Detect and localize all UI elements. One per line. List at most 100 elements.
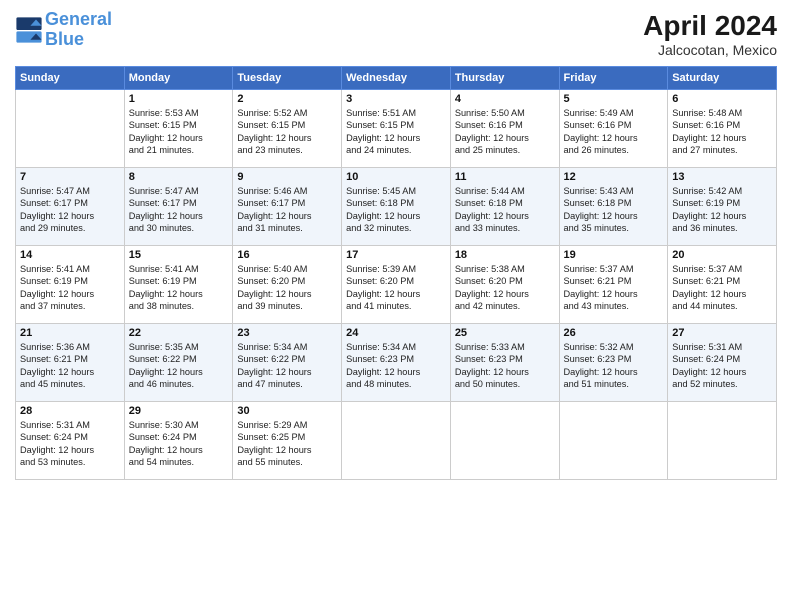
week-row-1: 1Sunrise: 5:53 AMSunset: 6:15 PMDaylight… [16, 90, 777, 168]
day-cell: 12 Sunrise: 5:43 AMSunset: 6:18 PMDayligh… [559, 168, 668, 246]
day-cell [450, 402, 559, 480]
day-number: 3 [346, 93, 446, 105]
day-cell: 16 Sunrise: 5:40 AMSunset: 6:20 PMDayligh… [233, 246, 342, 324]
week-row-2: 7Sunrise: 5:47 AMSunset: 6:17 PMDaylight… [16, 168, 777, 246]
day-info: Sunrise: 5:38 AMSunset: 6:20 PMDaylight:… [455, 263, 555, 313]
col-header-sunday: Sunday [16, 67, 125, 90]
day-number: 4 [455, 93, 555, 105]
day-info: Sunrise: 5:31 AMSunset: 6:24 PMDaylight:… [20, 419, 120, 469]
col-header-saturday: Saturday [668, 67, 777, 90]
day-info: Sunrise: 5:40 AMSunset: 6:20 PMDaylight:… [237, 263, 337, 313]
day-number: 24 [346, 327, 446, 339]
day-cell [668, 402, 777, 480]
day-number: 11 [455, 171, 555, 183]
day-cell: 24 Sunrise: 5:34 AMSunset: 6:23 PMDayligh… [342, 324, 451, 402]
day-cell: 14 Sunrise: 5:41 AMSunset: 6:19 PMDayligh… [16, 246, 125, 324]
day-info: Sunrise: 5:34 AMSunset: 6:23 PMDaylight:… [346, 341, 446, 391]
logo-line2: Blue [45, 29, 84, 49]
col-header-wednesday: Wednesday [342, 67, 451, 90]
day-info: Sunrise: 5:46 AMSunset: 6:17 PMDaylight:… [237, 185, 337, 235]
day-number: 14 [20, 249, 120, 261]
day-cell: 3 Sunrise: 5:51 AMSunset: 6:15 PMDaylight… [342, 90, 451, 168]
day-number: 22 [129, 327, 229, 339]
day-info: Sunrise: 5:49 AMSunset: 6:16 PMDaylight:… [564, 107, 664, 157]
day-number: 10 [346, 171, 446, 183]
day-cell: 29Sunrise: 5:30 AMSunset: 6:24 PMDayligh… [124, 402, 233, 480]
day-number: 20 [672, 249, 772, 261]
day-number: 12 [564, 171, 664, 183]
day-info: Sunrise: 5:44 AMSunset: 6:18 PMDaylight:… [455, 185, 555, 235]
day-number: 18 [455, 249, 555, 261]
calendar-table: SundayMondayTuesdayWednesdayThursdayFrid… [15, 66, 777, 480]
day-info: Sunrise: 5:39 AMSunset: 6:20 PMDaylight:… [346, 263, 446, 313]
day-number: 26 [564, 327, 664, 339]
day-info: Sunrise: 5:33 AMSunset: 6:23 PMDaylight:… [455, 341, 555, 391]
day-number: 23 [237, 327, 337, 339]
day-cell: 5 Sunrise: 5:49 AMSunset: 6:16 PMDaylight… [559, 90, 668, 168]
week-row-4: 21 Sunrise: 5:36 AMSunset: 6:21 PMDayligh… [16, 324, 777, 402]
day-info: Sunrise: 5:53 AMSunset: 6:15 PMDaylight:… [129, 107, 229, 157]
header: General Blue April 2024 Jalcocotan, Mexi… [15, 10, 777, 58]
day-number: 13 [672, 171, 772, 183]
week-row-3: 14 Sunrise: 5:41 AMSunset: 6:19 PMDayligh… [16, 246, 777, 324]
month-title: April 2024 [643, 10, 777, 42]
day-cell: 6 Sunrise: 5:48 AMSunset: 6:16 PMDaylight… [668, 90, 777, 168]
day-number: 15 [129, 249, 229, 261]
day-cell: 28 Sunrise: 5:31 AMSunset: 6:24 PMDayligh… [16, 402, 125, 480]
day-info: Sunrise: 5:51 AMSunset: 6:15 PMDaylight:… [346, 107, 446, 157]
day-number: 25 [455, 327, 555, 339]
day-info: Sunrise: 5:35 AMSunset: 6:22 PMDaylight:… [129, 341, 229, 391]
day-number: 28 [20, 405, 120, 417]
day-number: 16 [237, 249, 337, 261]
day-info: Sunrise: 5:37 AMSunset: 6:21 PMDaylight:… [564, 263, 664, 313]
day-info: Sunrise: 5:29 AMSunset: 6:25 PMDaylight:… [237, 419, 337, 469]
day-cell: 25 Sunrise: 5:33 AMSunset: 6:23 PMDayligh… [450, 324, 559, 402]
header-row: SundayMondayTuesdayWednesdayThursdayFrid… [16, 67, 777, 90]
day-info: Sunrise: 5:47 AMSunset: 6:17 PMDaylight:… [20, 185, 120, 235]
day-info: Sunrise: 5:37 AMSunset: 6:21 PMDaylight:… [672, 263, 772, 313]
day-cell: 23 Sunrise: 5:34 AMSunset: 6:22 PMDayligh… [233, 324, 342, 402]
day-cell [342, 402, 451, 480]
day-cell: 21 Sunrise: 5:36 AMSunset: 6:21 PMDayligh… [16, 324, 125, 402]
day-info: Sunrise: 5:41 AMSunset: 6:19 PMDaylight:… [129, 263, 229, 313]
day-number: 21 [20, 327, 120, 339]
day-number: 6 [672, 93, 772, 105]
logo-icon [15, 16, 43, 44]
day-number: 2 [237, 93, 337, 105]
col-header-tuesday: Tuesday [233, 67, 342, 90]
day-cell: 9Sunrise: 5:46 AMSunset: 6:17 PMDaylight… [233, 168, 342, 246]
day-number: 5 [564, 93, 664, 105]
logo-text: General Blue [45, 10, 112, 50]
day-info: Sunrise: 5:31 AMSunset: 6:24 PMDaylight:… [672, 341, 772, 391]
day-cell: 20 Sunrise: 5:37 AMSunset: 6:21 PMDayligh… [668, 246, 777, 324]
day-info: Sunrise: 5:34 AMSunset: 6:22 PMDaylight:… [237, 341, 337, 391]
day-cell: 11 Sunrise: 5:44 AMSunset: 6:18 PMDayligh… [450, 168, 559, 246]
day-info: Sunrise: 5:41 AMSunset: 6:19 PMDaylight:… [20, 263, 120, 313]
day-info: Sunrise: 5:48 AMSunset: 6:16 PMDaylight:… [672, 107, 772, 157]
day-cell: 10 Sunrise: 5:45 AMSunset: 6:18 PMDayligh… [342, 168, 451, 246]
day-info: Sunrise: 5:50 AMSunset: 6:16 PMDaylight:… [455, 107, 555, 157]
day-number: 8 [129, 171, 229, 183]
day-info: Sunrise: 5:42 AMSunset: 6:19 PMDaylight:… [672, 185, 772, 235]
day-cell: 30 Sunrise: 5:29 AMSunset: 6:25 PMDayligh… [233, 402, 342, 480]
day-info: Sunrise: 5:30 AMSunset: 6:24 PMDaylight:… [129, 419, 229, 469]
day-info: Sunrise: 5:43 AMSunset: 6:18 PMDaylight:… [564, 185, 664, 235]
logo-line1: General [45, 9, 112, 29]
day-cell: 8 Sunrise: 5:47 AMSunset: 6:17 PMDaylight… [124, 168, 233, 246]
day-info: Sunrise: 5:45 AMSunset: 6:18 PMDaylight:… [346, 185, 446, 235]
day-cell: 17Sunrise: 5:39 AMSunset: 6:20 PMDayligh… [342, 246, 451, 324]
title-block: April 2024 Jalcocotan, Mexico [643, 10, 777, 58]
day-info: Sunrise: 5:47 AMSunset: 6:17 PMDaylight:… [129, 185, 229, 235]
day-number: 19 [564, 249, 664, 261]
day-info: Sunrise: 5:36 AMSunset: 6:21 PMDaylight:… [20, 341, 120, 391]
day-cell: 13 Sunrise: 5:42 AMSunset: 6:19 PMDayligh… [668, 168, 777, 246]
day-info: Sunrise: 5:52 AMSunset: 6:15 PMDaylight:… [237, 107, 337, 157]
page: General Blue April 2024 Jalcocotan, Mexi… [0, 0, 792, 612]
day-cell: 19 Sunrise: 5:37 AMSunset: 6:21 PMDayligh… [559, 246, 668, 324]
col-header-friday: Friday [559, 67, 668, 90]
day-cell: 22 Sunrise: 5:35 AMSunset: 6:22 PMDayligh… [124, 324, 233, 402]
col-header-thursday: Thursday [450, 67, 559, 90]
day-cell [559, 402, 668, 480]
day-number: 30 [237, 405, 337, 417]
day-cell [16, 90, 125, 168]
